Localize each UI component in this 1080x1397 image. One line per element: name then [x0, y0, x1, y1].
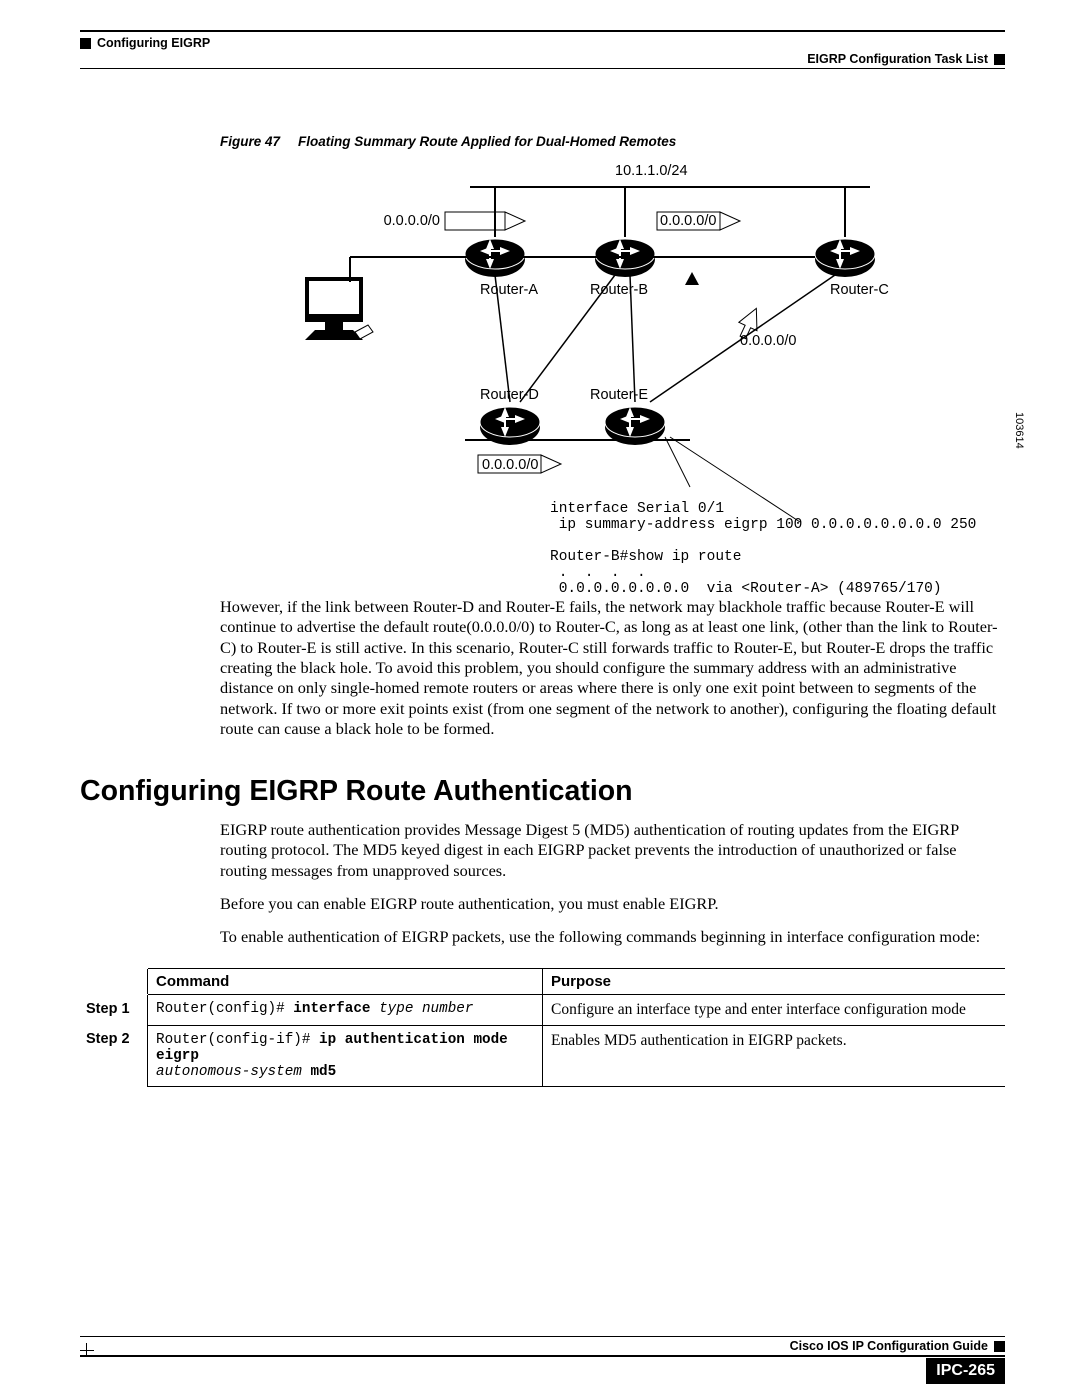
svg-text:0.0.0.0/0: 0.0.0.0/0 [740, 333, 796, 349]
footer: Cisco IOS IP Configuration Guide IPC-265 [80, 1336, 1005, 1357]
header-left: Configuring EIGRP [80, 36, 210, 50]
paragraph: Before you can enable EIGRP route authen… [220, 894, 1005, 915]
paragraph: To enable authentication of EIGRP packet… [220, 927, 1005, 948]
svg-text:Router-C: Router-C [830, 282, 889, 298]
header-right: EIGRP Configuration Task List [807, 52, 1005, 66]
section-title: EIGRP Configuration Task List [807, 52, 988, 66]
svg-text:Router-A: Router-A [480, 282, 538, 298]
section-heading: Configuring EIGRP Route Authentication [80, 775, 1005, 808]
computer-icon [305, 277, 373, 340]
chapter-title: Configuring EIGRP [97, 36, 210, 50]
square-icon [994, 54, 1005, 65]
col-purpose: Purpose [543, 968, 1006, 994]
svg-text:0.0.0.0/0: 0.0.0.0/0 [660, 213, 716, 229]
command-table: Command Purpose Step 1Router(config)# in… [80, 968, 1005, 1087]
net-label: 10.1.1.0/24 [615, 163, 688, 179]
svg-text:Router-E: Router-E [590, 387, 648, 403]
svg-text:Router-D: Router-D [480, 387, 539, 403]
paragraph: EIGRP route authentication provides Mess… [220, 820, 1005, 883]
figure-caption: Figure 47Floating Summary Route Applied … [220, 134, 1005, 149]
network-diagram: 103614 10.1.1.0/24 0.0.0.0/0 0.0.0.0/0 [220, 157, 1005, 577]
step-label: Step 2 [80, 1025, 148, 1086]
page-number: IPC-265 [926, 1358, 1005, 1384]
square-icon [80, 38, 91, 49]
purpose-cell: Configure an interface type and enter in… [543, 994, 1006, 1025]
paragraph: However, if the link between Router-D an… [220, 597, 1005, 740]
purpose-cell: Enables MD5 authentication in EIGRP pack… [543, 1025, 1006, 1086]
svg-text:0.0.0.0/0: 0.0.0.0/0 [384, 213, 440, 229]
step-label: Step 1 [80, 994, 148, 1025]
square-icon [994, 1341, 1005, 1352]
command-cell: Router(config)# interface type number [148, 994, 543, 1025]
crop-mark-icon [80, 1343, 94, 1357]
cli-output: interface Serial 0/1 ip summary-address … [550, 485, 976, 597]
guide-title: Cisco IOS IP Configuration Guide [790, 1339, 988, 1353]
figure-id: 103614 [1013, 412, 1025, 449]
svg-text:0.0.0.0/0: 0.0.0.0/0 [482, 457, 538, 473]
col-command: Command [148, 968, 543, 994]
command-cell: Router(config-if)# ip authentication mod… [148, 1025, 543, 1086]
